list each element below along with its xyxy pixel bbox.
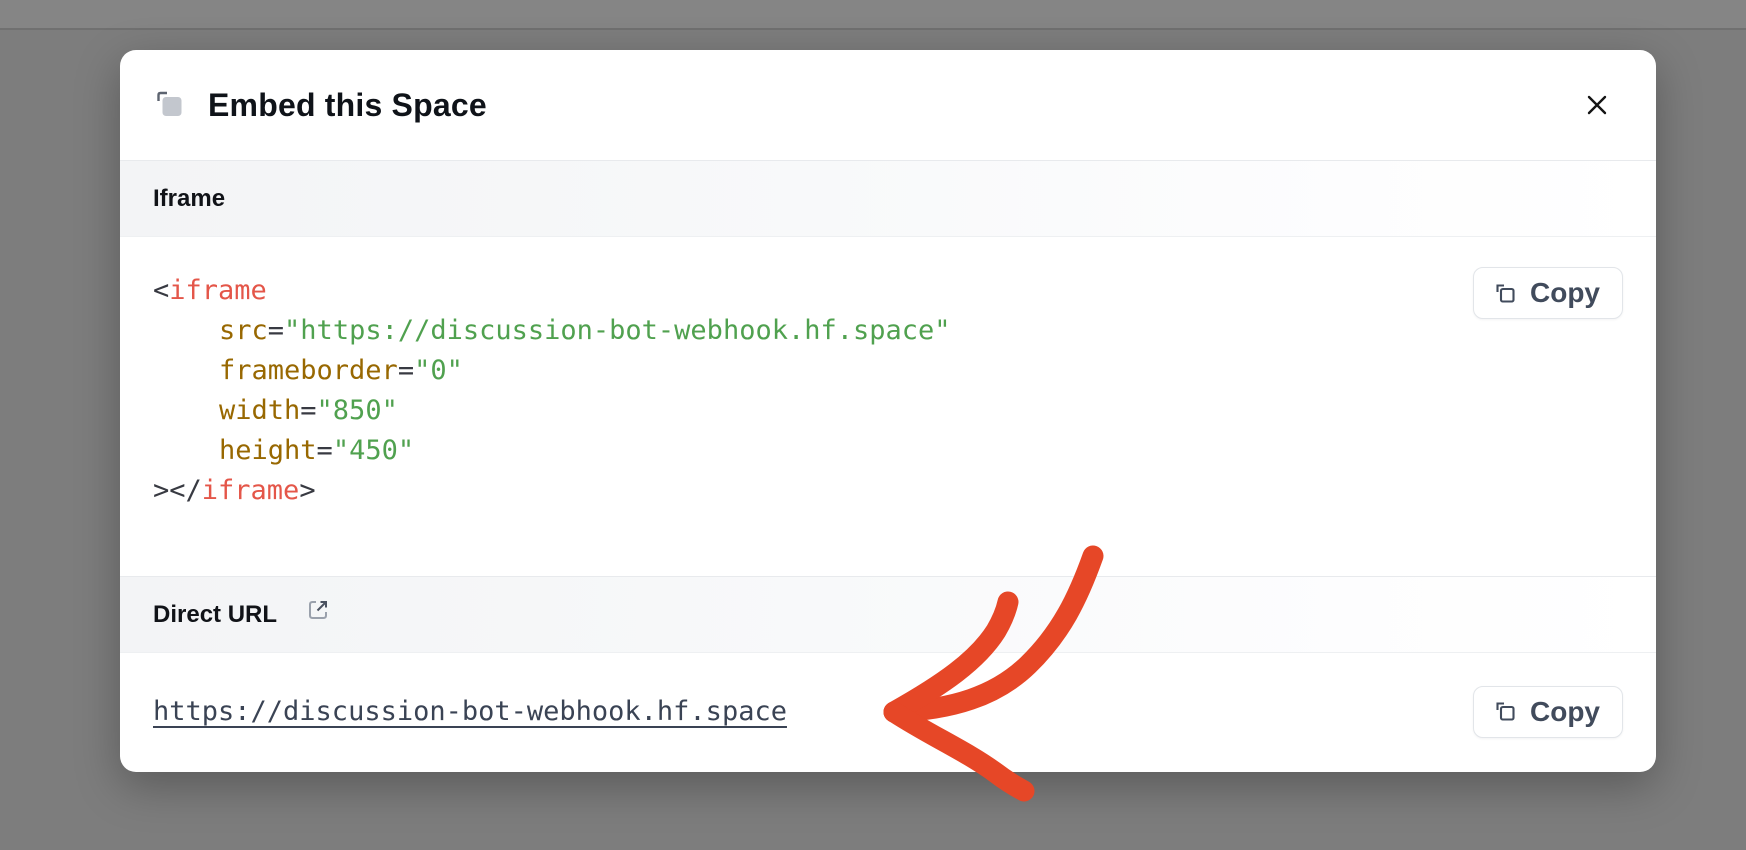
dialog-title: Embed this Space [208, 87, 487, 124]
code-attr-name: height [219, 435, 317, 466]
code-attr-value: "https://discussion-bot-webhook.hf.space… [284, 315, 950, 346]
code-attr-name: width [219, 395, 300, 426]
copy-icon [1492, 280, 1519, 307]
code-attr-name: frameborder [219, 355, 398, 386]
direct-url-link[interactable]: https://discussion-bot-webhook.hf.space [153, 696, 787, 727]
dialog-header: Embed this Space [120, 50, 1656, 160]
iframe-section-label: Iframe [153, 185, 225, 213]
code-attr-name: src [219, 315, 268, 346]
code-equals: = [317, 435, 333, 466]
copy-iframe-code-button[interactable]: Copy [1473, 267, 1623, 319]
code-equals: = [398, 355, 414, 386]
copy-squares-icon [153, 87, 185, 124]
code-attr-value: "0" [414, 355, 463, 386]
iframe-section-header: Iframe [120, 160, 1656, 237]
iframe-code-section: Copy <iframesrc="https://discussion-bot-… [120, 237, 1656, 576]
code-line-src: src="https://discussion-bot-webhook.hf.s… [153, 311, 1623, 351]
copy-button-label: Copy [1530, 696, 1600, 728]
code-punct: ></ [153, 475, 202, 506]
code-attr-value: "450" [333, 435, 414, 466]
code-punct: < [153, 275, 169, 306]
code-punct: > [299, 475, 315, 506]
embed-space-dialog: Embed this Space Iframe Copy <iframesrc=… [120, 50, 1656, 772]
copy-direct-url-button[interactable]: Copy [1473, 686, 1623, 738]
direct-url-section-header: Direct URL [120, 576, 1656, 653]
copy-icon [1492, 698, 1519, 725]
iframe-embed-code: <iframesrc="https://discussion-bot-webho… [153, 271, 1623, 511]
code-tag-name: iframe [169, 275, 267, 306]
code-equals: = [268, 315, 284, 346]
code-tag-name: iframe [202, 475, 300, 506]
code-equals: = [300, 395, 316, 426]
dimmed-page-header [0, 0, 1746, 30]
external-link-icon [303, 595, 333, 630]
code-line-close: ></iframe> [153, 471, 1623, 511]
direct-url-section-label: Direct URL [153, 601, 277, 629]
copy-button-label: Copy [1530, 277, 1600, 309]
code-line-height: height="450" [153, 431, 1623, 471]
close-button[interactable] [1574, 82, 1620, 128]
close-icon [1580, 88, 1614, 122]
code-line-frameborder: frameborder="0" [153, 351, 1623, 391]
code-line-open: <iframe [153, 271, 1623, 311]
code-line-width: width="850" [153, 391, 1623, 431]
code-attr-value: "850" [317, 395, 398, 426]
direct-url-row: https://discussion-bot-webhook.hf.space … [120, 653, 1656, 770]
